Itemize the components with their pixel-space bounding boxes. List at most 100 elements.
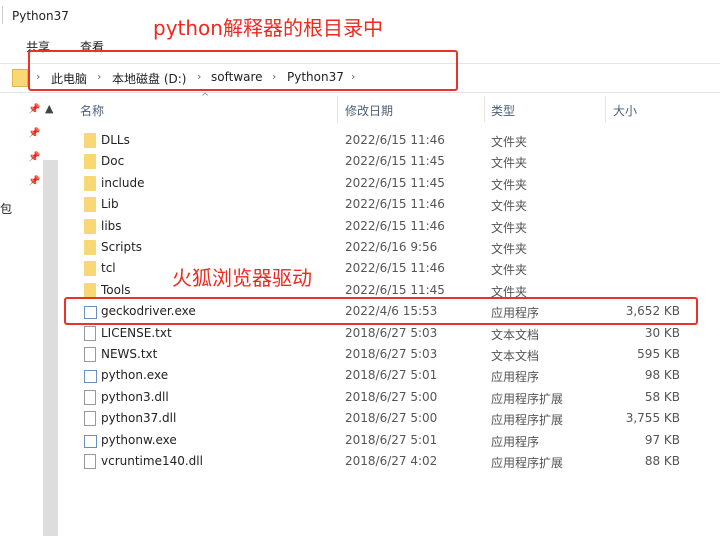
file-size: 595 KB — [637, 347, 680, 361]
file-row[interactable]: LICENSE.txt 2018/6/27 5:03 文本文档 30 KB — [80, 323, 690, 344]
application-icon — [84, 370, 97, 384]
pin-icon[interactable]: 📌 — [28, 152, 40, 163]
column-header-date[interactable]: 修改日期 — [345, 102, 393, 119]
scroll-up-arrow-icon[interactable]: ▲ — [45, 102, 53, 115]
file-icon — [84, 411, 96, 427]
file-name: libs — [101, 218, 122, 233]
folder-icon — [12, 69, 28, 87]
annotation-root: python解释器的根目录中 — [153, 16, 383, 40]
file-date: 2018/6/27 4:02 — [345, 454, 438, 468]
toolbar-separator — [2, 6, 3, 24]
column-header-size[interactable]: 大小 — [613, 102, 637, 119]
file-row[interactable]: libs 2022/6/15 11:46 文件夹 — [80, 216, 690, 237]
file-size: 98 KB — [644, 368, 680, 383]
file-row[interactable]: NEWS.txt 2018/6/27 5:03 文本文档 595 KB — [80, 344, 690, 365]
file-row[interactable]: include 2022/6/15 11:45 文件夹 — [80, 173, 690, 194]
file-type: 文件夹 — [491, 135, 528, 149]
folder-icon — [84, 197, 96, 213]
folder-icon — [84, 218, 96, 234]
file-date: 2018/6/27 5:03 — [345, 347, 438, 361]
file-name: pythonw.exe — [101, 432, 177, 447]
file-type: 文件夹 — [491, 156, 528, 171]
file-row[interactable]: python3.dll 2018/6/27 5:00 应用程序扩展 58 KB — [80, 387, 690, 408]
file-row[interactable]: Doc 2022/6/15 11:45 文件夹 — [80, 151, 690, 172]
file-name: Lib — [101, 197, 119, 212]
file-name: Scripts — [101, 240, 143, 254]
file-name: tcl — [101, 261, 116, 276]
folder-icon — [84, 240, 96, 255]
file-size: 3,755 KB — [625, 411, 680, 426]
application-icon — [84, 434, 97, 448]
folder-icon — [84, 261, 96, 277]
file-row[interactable]: DLLs 2022/6/15 11:46 文件夹 — [80, 130, 690, 151]
file-date: 2022/6/15 11:45 — [345, 154, 445, 169]
folder-icon — [84, 282, 96, 298]
file-size: 88 KB — [644, 454, 680, 468]
file-name: python.exe — [101, 368, 169, 383]
file-type: 文件夹 — [491, 177, 528, 192]
file-row[interactable]: Scripts 2022/6/16 9:56 文件夹 — [80, 237, 690, 258]
sidebar-scrollbar[interactable] — [43, 160, 58, 536]
file-name: include — [101, 175, 145, 190]
file-size: 30 KB — [644, 325, 680, 340]
file-date: 2022/6/15 11:46 — [345, 261, 445, 276]
file-row[interactable]: pythonw.exe 2018/6/27 5:01 应用程序 97 KB — [80, 430, 690, 451]
file-date: 2022/6/15 11:45 — [345, 175, 445, 190]
sort-ascending-icon: ^ — [201, 92, 210, 103]
highlight-box-address — [28, 50, 458, 91]
file-name: python37.dll — [101, 411, 177, 426]
file-date: 2022/6/15 11:46 — [345, 133, 445, 147]
folder-icon — [84, 175, 96, 191]
file-type: 文本文档 — [491, 349, 540, 363]
file-date: 2022/6/15 11:46 — [345, 218, 445, 233]
file-type: 文件夹 — [491, 220, 528, 235]
file-name: LICENSE.txt — [101, 325, 172, 340]
file-name: Doc — [101, 154, 125, 169]
file-icon — [84, 325, 96, 341]
file-row[interactable]: python.exe 2018/6/27 5:01 应用程序 98 KB — [80, 365, 690, 386]
file-type: 应用程序 — [491, 434, 540, 449]
pin-icon[interactable]: 📌 — [28, 104, 40, 115]
file-date: 2018/6/27 5:01 — [345, 368, 438, 383]
folder-icon — [84, 133, 96, 148]
column-divider[interactable] — [484, 96, 485, 122]
file-date: 2018/6/27 5:00 — [345, 389, 438, 404]
window-title: Python37 — [12, 9, 69, 23]
file-type: 文件夹 — [491, 263, 528, 278]
file-type: 文件夹 — [491, 199, 528, 214]
file-date: 2018/6/27 5:00 — [345, 411, 438, 426]
annotation-driver: 火狐浏览器驱动 — [172, 266, 312, 290]
file-name: vcruntime140.dll — [101, 454, 203, 468]
file-type: 应用程序扩展 — [491, 413, 564, 428]
file-size: 97 KB — [644, 432, 680, 447]
file-date: 2022/6/15 11:45 — [345, 282, 445, 297]
file-date: 2022/6/16 9:56 — [345, 240, 438, 254]
file-name: DLLs — [101, 133, 130, 147]
file-icon — [84, 389, 96, 405]
pin-icon[interactable]: 📌 — [28, 128, 40, 139]
file-date: 2018/6/27 5:01 — [345, 432, 438, 447]
file-type: 应用程序扩展 — [491, 456, 564, 470]
file-date: 2022/6/15 11:46 — [345, 197, 445, 212]
file-name: NEWS.txt — [101, 347, 158, 361]
file-name: Tools — [101, 282, 131, 297]
file-row[interactable]: Lib 2022/6/15 11:46 文件夹 — [80, 194, 690, 215]
pin-icon[interactable]: 📌 — [28, 176, 40, 187]
column-divider[interactable] — [605, 96, 606, 122]
file-row[interactable]: vcruntime140.dll 2018/6/27 4:02 应用程序扩展 8… — [80, 451, 690, 472]
file-row[interactable]: python37.dll 2018/6/27 5:00 应用程序扩展 3,755… — [80, 408, 690, 429]
column-header-type[interactable]: 类型 — [491, 102, 515, 119]
file-icon — [84, 347, 96, 362]
file-size: 58 KB — [644, 389, 680, 404]
highlight-box-geckodriver — [64, 297, 698, 325]
column-divider[interactable] — [337, 96, 338, 122]
file-name: python3.dll — [101, 389, 169, 404]
file-date: 2018/6/27 5:03 — [345, 325, 438, 340]
file-type: 应用程序 — [491, 370, 540, 385]
folder-icon — [84, 154, 96, 170]
file-icon — [84, 454, 96, 469]
file-type: 应用程序扩展 — [491, 391, 564, 406]
column-header-name[interactable]: 名称 — [80, 102, 104, 119]
sidebar-item-partial[interactable]: 包 — [0, 200, 12, 217]
file-type: 文本文档 — [491, 327, 540, 342]
